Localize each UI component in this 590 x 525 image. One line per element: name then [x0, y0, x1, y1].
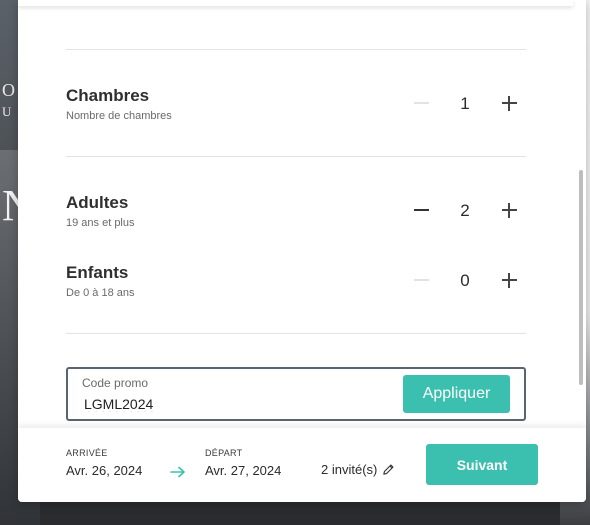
rooms-subtitle: Nombre de chambres — [66, 110, 172, 122]
departure-date[interactable]: Avr. 27, 2024 — [205, 463, 281, 478]
plus-icon — [501, 202, 517, 218]
adults-title: Adultes — [66, 193, 129, 212]
rooms-title: Chambres — [66, 86, 150, 105]
promo-code-input[interactable] — [84, 395, 384, 413]
modal-top-edge — [18, 0, 573, 6]
minus-icon — [413, 279, 429, 281]
booking-footer: ARRIVÉE Avr. 26, 2024 DÉPART Avr. 27, 20… — [18, 428, 586, 502]
promo-code-field[interactable]: Code promo Appliquer — [66, 367, 526, 421]
guests-count-label: 2 invité(s) — [321, 462, 378, 477]
plus-icon — [501, 95, 517, 111]
adults-decrement-button[interactable] — [410, 199, 432, 221]
plus-icon — [501, 272, 517, 288]
promo-code-label: Code promo — [82, 376, 149, 390]
divider — [66, 156, 526, 157]
adults-subtitle: 19 ans et plus — [66, 217, 135, 229]
children-increment-button[interactable] — [498, 269, 520, 291]
children-title: Enfants — [66, 263, 129, 282]
pencil-icon — [383, 464, 394, 475]
background-text-1: O — [2, 80, 17, 100]
booking-modal: Chambres Nombre de chambres 1 Adultes 19… — [18, 0, 586, 502]
departure-label: DÉPART — [205, 448, 243, 458]
adults-increment-button[interactable] — [498, 199, 520, 221]
guests-summary[interactable]: 2 invité(s) — [321, 462, 395, 477]
next-button[interactable]: Suivant — [426, 444, 538, 485]
arrival-date[interactable]: Avr. 26, 2024 — [66, 463, 142, 478]
modal-scrollbar[interactable] — [579, 170, 583, 385]
divider — [66, 333, 526, 334]
children-count: 0 — [460, 271, 470, 290]
arrival-label: ARRIVÉE — [66, 448, 108, 458]
arrow-right-icon — [170, 466, 185, 478]
adults-count: 2 — [460, 201, 470, 220]
rooms-count: 1 — [460, 94, 470, 113]
divider — [66, 49, 526, 50]
modal-scroll-area[interactable]: Chambres Nombre de chambres 1 Adultes 19… — [18, 0, 586, 428]
minus-icon — [413, 102, 429, 104]
minus-icon — [413, 209, 429, 211]
children-decrement-button[interactable] — [410, 269, 432, 291]
children-subtitle: De 0 à 18 ans — [66, 287, 135, 299]
apply-promo-button[interactable]: Appliquer — [403, 375, 510, 413]
rooms-decrement-button[interactable] — [410, 92, 432, 114]
rooms-increment-button[interactable] — [498, 92, 520, 114]
